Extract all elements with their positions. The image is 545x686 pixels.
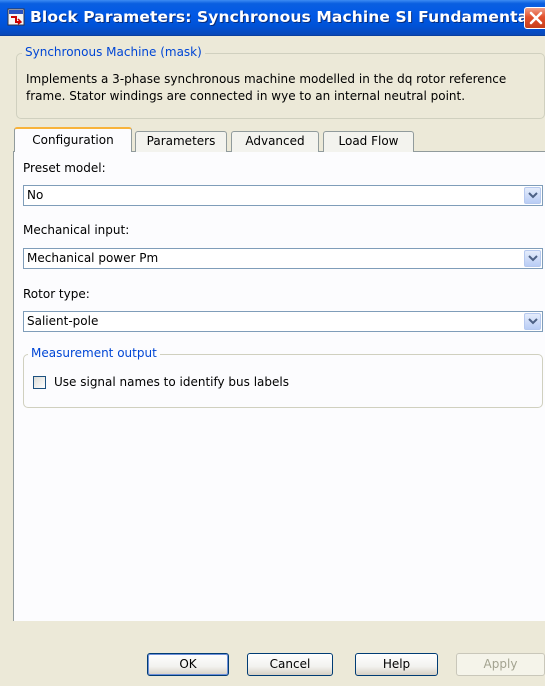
close-button[interactable] (524, 7, 545, 29)
window-title: Block Parameters: Synchronous Machine SI… (30, 8, 534, 26)
help-button[interactable]: Help (355, 653, 438, 676)
rotor-type-dropdown-button[interactable] (524, 313, 541, 330)
measurement-group-label: Measurement output (28, 346, 160, 360)
mask-group-label: Synchronous Machine (mask) (22, 45, 205, 59)
tab-parameters[interactable]: Parameters (135, 131, 227, 152)
chevron-down-icon (528, 318, 538, 325)
chevron-down-icon (528, 255, 538, 262)
preset-model-dropdown-button[interactable] (524, 187, 541, 204)
tab-load-flow[interactable]: Load Flow (323, 131, 414, 152)
dialog-window: Block Parameters: Synchronous Machine SI… (0, 0, 545, 686)
apply-button: Apply (456, 653, 545, 676)
preset-model-label: Preset model: (23, 161, 106, 175)
tab-advanced-label: Advanced (245, 134, 305, 148)
rotor-type-select[interactable]: Salient-pole (23, 311, 543, 332)
mechanical-input-value: Mechanical power Pm (27, 251, 159, 265)
rotor-type-label: Rotor type: (23, 287, 90, 301)
cancel-button[interactable]: Cancel (247, 653, 333, 676)
mechanical-input-label: Mechanical input: (23, 223, 130, 237)
tab-configuration[interactable]: Configuration (14, 127, 132, 152)
simulink-block-icon (7, 8, 25, 26)
bus-labels-checkbox[interactable] (33, 376, 46, 389)
tab-load-flow-label: Load Flow (338, 134, 399, 148)
preset-model-select[interactable]: No (23, 185, 543, 206)
chevron-down-icon (528, 192, 538, 199)
bus-labels-checkbox-label[interactable]: Use signal names to identify bus labels (54, 375, 289, 389)
tab-parameters-label: Parameters (146, 134, 216, 148)
mechanical-input-select[interactable]: Mechanical power Pm (23, 248, 543, 269)
tab-configuration-label: Configuration (32, 133, 114, 147)
ok-button[interactable]: OK (147, 653, 229, 676)
tab-advanced[interactable]: Advanced (231, 131, 319, 152)
close-icon (529, 11, 543, 25)
preset-model-value: No (27, 188, 44, 202)
title-bar[interactable]: Block Parameters: Synchronous Machine SI… (0, 0, 545, 36)
mask-description: Implements a 3-phase synchronous machine… (26, 72, 507, 103)
mechanical-input-dropdown-button[interactable] (524, 250, 541, 267)
rotor-type-value: Salient-pole (27, 314, 99, 328)
